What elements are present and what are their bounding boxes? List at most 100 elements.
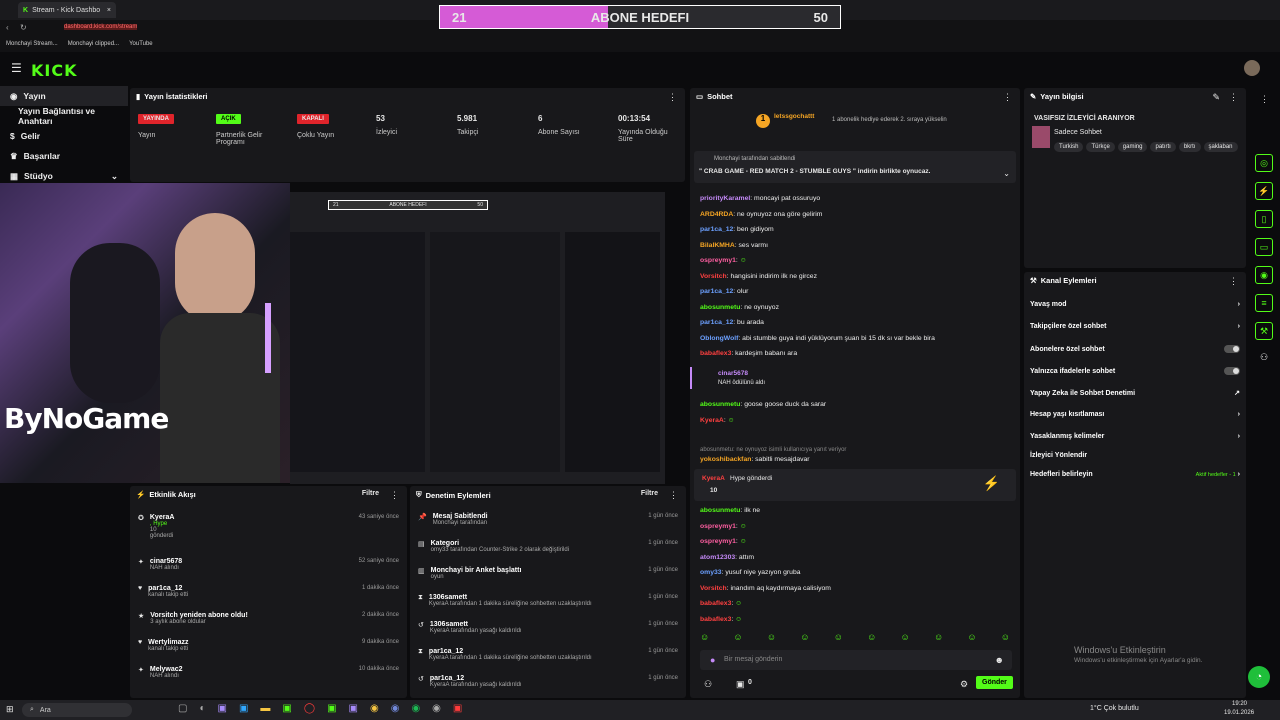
more-icon[interactable]: ⋮ [669,490,678,501]
camera-icon[interactable]: ◎ [1255,154,1273,172]
document-icon[interactable]: ▯ [1255,210,1273,228]
reload-icon[interactable]: ↻ [20,23,27,32]
chat-text: : ilk ne [740,507,761,514]
chevron-right-icon: › [1237,323,1240,330]
more-icon[interactable]: ⋮ [390,490,399,501]
toggle[interactable] [1224,367,1240,375]
action-emote-only[interactable]: Yalnızca ifadelerle sohbet [1030,367,1240,375]
chat-username[interactable]: babaflex3 [700,350,731,357]
chat-username[interactable]: BilalKMHA [700,242,735,249]
action-followers-only[interactable]: Takipçilere özel sohbet › [1030,323,1240,330]
chat-username[interactable]: priorityKaramel [700,195,750,202]
close-icon[interactable]: × [107,7,111,14]
chat-username[interactable]: ospreymy1 [700,523,736,530]
sidebar-item-stream[interactable]: ◉ Yayın [0,86,128,106]
action-goals[interactable]: Hedefleri belirleyin Aktif hedefler - 1 › [1030,471,1240,478]
action-ai-moderation[interactable]: Yapay Zeka ile Sohbet Denetimi ↗ [1030,389,1240,398]
redeem-notice: cinar5678 NAH ödülünü aldı [690,367,1020,389]
undo-icon: ↺ [418,676,424,683]
chat-username[interactable]: Vorsitch [700,585,727,592]
chat-username[interactable]: par1ca_12 [700,319,733,326]
action-banned-words[interactable]: Yasaklanmış kelimeler › [1030,433,1240,440]
chat-username[interactable]: atom12303 [700,554,735,561]
stat-followers: 5.981 Takipçi [457,114,479,136]
gift-prompt: 1 abonelik hediye ederek 2. sıraya yükse… [832,117,947,123]
top-gifter-name[interactable]: letssgochattt [774,113,814,120]
chevron-right-icon: › [1237,433,1240,440]
stat-viewers: 53 İzleyici [376,114,398,136]
chat-username[interactable]: babaflex3 [700,616,731,623]
action-subscribers-only[interactable]: Abonelere özel sohbet [1030,345,1240,353]
browser-tab[interactable]: K Stream - Kick Dashbo × [18,2,116,18]
kick-logo[interactable]: KICK [31,61,78,80]
action-redirect[interactable]: İzleyici Yönlendir [1030,452,1240,459]
chat-username[interactable]: abosunmetu [700,507,740,514]
discord-icon: ◉ [390,703,400,714]
chat-username[interactable]: ARD4RDA [700,211,733,218]
more-icon[interactable]: ⋮ [668,92,677,103]
windows-start-icon[interactable]: ⊞ [6,704,14,715]
send-button[interactable]: Gönder [976,676,1013,689]
gear-icon[interactable]: ⚙ [960,679,968,690]
toggle[interactable] [1224,345,1240,353]
lightning-icon[interactable]: ⚡ [1255,182,1273,200]
chat-username[interactable]: par1ca_12 [700,226,733,233]
back-icon[interactable]: ‹ [6,23,9,32]
chat-text: : inandım aq kaydırmaya calisiyom [726,584,831,592]
more-icon[interactable]: ⋮ [1260,94,1269,105]
bookmark[interactable]: Monchayi Stream... [6,41,58,47]
list-icon[interactable]: ≡ [1255,294,1273,312]
emoji-icon[interactable]: ☻ [995,655,1004,665]
chat-username[interactable]: abosunmetu [700,304,740,311]
hourglass-icon: ⧗ [418,648,423,655]
chat-message: abosunmetu: goose goose duck da sarar [700,401,826,408]
chat-icon[interactable]: ▭ [1255,238,1273,256]
people-icon[interactable]: ⚇ [1260,352,1268,363]
gift-icon[interactable]: ▣ [736,679,745,690]
timestamp: 1 gün önce [648,594,678,600]
chat-username[interactable]: ospreymy1 [700,257,736,264]
edit-icon[interactable]: ✎ [1212,92,1220,103]
support-icon[interactable]: ◔ [1248,666,1270,688]
chat-username[interactable]: omy33 [700,569,722,576]
chat-username[interactable]: babaflex3 [700,600,731,607]
chat-username[interactable]: KyeraA [700,417,724,424]
dollar-icon: $ [10,131,15,141]
chat-username[interactable]: par1ca_12 [700,288,733,295]
more-icon[interactable]: ⋮ [1229,276,1238,287]
opera-icon: ◯ [303,703,316,714]
broadcast-icon[interactable]: ◉ [1255,266,1273,284]
more-icon[interactable]: ⋮ [1003,92,1012,103]
emote-row[interactable]: ☺ ☺ ☺ ☺ ☺ ☺ ☺ ☺ ☺ ☺ [700,632,1010,646]
chat-username[interactable]: OblongWolf [700,335,738,342]
sidebar-item-achievements[interactable]: ♛ Başarılar [0,146,128,166]
people-icon[interactable]: ⚇ [704,679,712,690]
emote-icon: ☺ [727,417,735,424]
filter-button[interactable]: Filtre [362,490,379,497]
taskbar-search[interactable]: ⌕ Ara [22,703,132,717]
chat-username[interactable]: abosunmetu [700,401,740,408]
chat-message: abosunmetu: ilk ne [700,507,760,514]
chevron-down-icon[interactable]: ⌄ [1003,169,1010,178]
chat-input[interactable]: ● Bir mesaj gönderin ☻ [700,650,1012,670]
sidebar-item-revenue[interactable]: $ Gelir [0,126,128,146]
avatar[interactable] [1244,60,1260,76]
url-text[interactable]: dashboard.kick.com/stream [64,24,138,30]
category-name[interactable]: Sadece Sohbet [1054,129,1102,136]
wrench-icon[interactable]: ⚒ [1255,322,1273,340]
chat-message: babaflex3: ☺ [700,600,742,607]
action-slow-mode[interactable]: Yavaş mod › [1030,301,1240,308]
chat-username[interactable]: Vorsitch [700,273,727,280]
action-account-age[interactable]: Hesap yaşı kısıtlaması › [1030,411,1240,418]
sidebar-item-stream-key[interactable]: Yayın Bağlantısı ve Anahtarı [0,106,128,126]
menu-icon[interactable]: ☰ [11,61,22,75]
bookmark[interactable]: YouTube [129,41,153,47]
chat-username[interactable]: ospreymy1 [700,538,736,545]
more-icon[interactable]: ⋮ [1229,92,1238,103]
bookmark[interactable]: Monchayi clipped... [68,41,119,47]
app-icon: ▣ [282,703,292,714]
filter-button[interactable]: Filtre [641,490,658,497]
chat-message: yokoshibackfan: sabitli mesajdavar [700,456,810,463]
taskbar-apps[interactable]: ▢ ◐ ▣ ▣ ▬ ▣ ◯ ▣ ▣ ◉ ◉ ◉ ◉ ▣ [178,703,462,714]
grid-icon: ▦ [10,170,19,181]
